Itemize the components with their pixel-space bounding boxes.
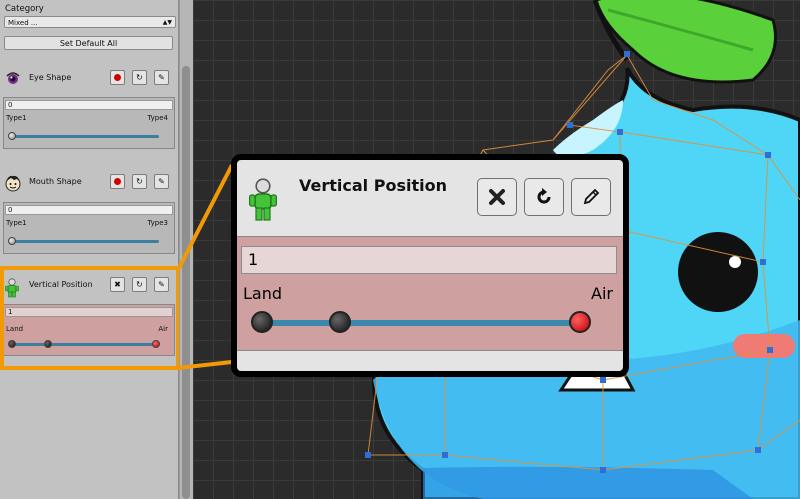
slider-handle[interactable] [8,237,16,245]
value-field[interactable]: 1 [241,246,617,274]
category-dropdown[interactable]: Mixed ... ▲▼ [4,16,176,28]
set-default-all-button[interactable]: Set Default All [4,36,173,50]
control-panel-eye-shape: 0 Type1 Type4 [3,97,175,149]
record-icon [114,178,121,185]
reset-button[interactable]: ↻ [132,70,147,85]
edit-icon: ✎ [158,73,165,82]
reset-button[interactable]: ↻ [132,174,147,189]
slider-track[interactable] [251,311,591,333]
value-field[interactable]: 0 [5,100,173,110]
control-title: Eye Shape [29,73,72,82]
value-field[interactable]: 0 [5,205,173,215]
slider-handle[interactable] [8,132,16,140]
zoom-callout: Vertical Position 1 Land Air [231,154,629,377]
scrollbar-thumb[interactable] [182,66,190,499]
category-label: Category [5,4,44,14]
category-selected: Mixed ... [8,19,38,27]
max-label: Type3 [147,219,168,227]
edit-button[interactable]: ✎ [154,70,169,85]
edit-button[interactable] [571,178,611,216]
max-label: Air [591,284,613,303]
control-panel-mouth-shape: 0 Type1 Type3 [3,202,175,254]
min-label: Land [243,284,283,303]
character-icon [247,178,279,222]
delete-button[interactable] [477,178,517,216]
min-label: Type1 [6,114,27,122]
min-label: Type1 [6,219,27,227]
max-label: Type4 [147,114,168,122]
slider-handle-current[interactable] [569,311,591,333]
highlight-box [0,266,180,370]
record-icon [114,74,121,81]
edit-button[interactable]: ✎ [154,174,169,189]
slider-track[interactable] [8,132,159,140]
reset-icon: ↻ [136,177,143,186]
slider-handle-start[interactable] [251,311,273,333]
slider-track[interactable] [8,237,159,245]
reset-icon [537,188,551,204]
edit-icon: ✎ [158,177,165,186]
callout-control-panel: 1 Land Air [237,236,623,351]
dropdown-arrow-icon: ▲▼ [162,19,172,26]
record-button[interactable] [110,174,125,189]
slider-handle-mid[interactable] [329,311,351,333]
inspector-panel: Category Mixed ... ▲▼ Set Default All Ey… [0,0,180,499]
face-icon [4,174,22,192]
reset-icon: ↻ [136,73,143,82]
reset-button[interactable] [524,178,564,216]
control-title: Mouth Shape [29,177,82,186]
eye-icon [4,70,22,88]
scrollbar[interactable] [179,0,194,499]
callout-title: Vertical Position [299,176,447,195]
edit-icon [583,188,600,205]
record-button[interactable] [110,70,125,85]
close-icon [489,189,505,205]
